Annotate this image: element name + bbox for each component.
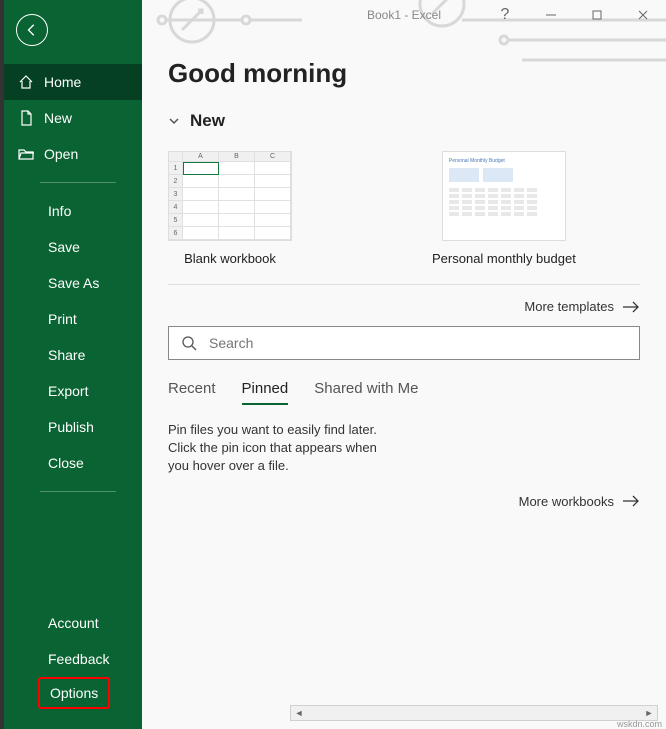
- nav-new-label: New: [44, 110, 72, 126]
- nav-open-label: Open: [44, 146, 78, 162]
- content-area: Good morning New ABC 1 2 3 4 5: [142, 30, 666, 729]
- blank-workbook-label: Blank workbook: [184, 251, 276, 266]
- more-workbooks-label: More workbooks: [519, 494, 614, 509]
- nav-options[interactable]: Options: [38, 677, 110, 709]
- sidebar-divider-2: [40, 491, 116, 492]
- template-divider: [168, 284, 640, 285]
- nav-open[interactable]: Open: [0, 136, 142, 172]
- tab-shared[interactable]: Shared with Me: [314, 380, 418, 405]
- maximize-button[interactable]: [574, 0, 620, 30]
- backstage-sidebar: Home New Open Info Save Save As Print Sh…: [0, 0, 142, 729]
- home-icon: [18, 74, 34, 90]
- nav-publish[interactable]: Publish: [0, 409, 142, 445]
- more-workbooks-link[interactable]: More workbooks: [168, 494, 640, 509]
- search-box[interactable]: [168, 326, 640, 360]
- folder-open-icon: [18, 146, 34, 162]
- template-blank-workbook[interactable]: ABC 1 2 3 4 5 6 Blank workbook: [168, 151, 292, 266]
- more-templates-link[interactable]: More templates: [168, 299, 640, 314]
- nav-print[interactable]: Print: [0, 301, 142, 337]
- back-button[interactable]: [16, 14, 48, 46]
- budget-label: Personal monthly budget: [432, 251, 576, 266]
- back-arrow-icon: [25, 23, 39, 37]
- budget-thumbnail: Personal Monthly Budget: [442, 151, 566, 241]
- template-gallery: ABC 1 2 3 4 5 6 Blank workbook Personal: [168, 151, 640, 266]
- titlebar: Book1 - Excel ?: [142, 0, 666, 30]
- nav-save[interactable]: Save: [0, 229, 142, 265]
- pinned-empty-hint: Pin files you want to easily find later.…: [168, 421, 398, 476]
- nav-share[interactable]: Share: [0, 337, 142, 373]
- greeting-heading: Good morning: [168, 58, 640, 89]
- left-edge-strip: [0, 0, 4, 729]
- document-icon: [18, 110, 34, 126]
- nav-export[interactable]: Export: [0, 373, 142, 409]
- help-button[interactable]: ?: [482, 0, 528, 30]
- arrow-right-icon: [622, 300, 640, 314]
- nav-close[interactable]: Close: [0, 445, 142, 481]
- search-icon: [181, 335, 197, 351]
- template-personal-budget[interactable]: Personal Monthly Budget Personal monthly…: [432, 151, 576, 266]
- new-section-header[interactable]: New: [168, 111, 640, 131]
- nav-new[interactable]: New: [0, 100, 142, 136]
- tab-recent[interactable]: Recent: [168, 380, 216, 405]
- more-templates-label: More templates: [524, 299, 614, 314]
- window-title: Book1 - Excel: [367, 8, 441, 22]
- nav-home[interactable]: Home: [0, 64, 142, 100]
- watermark: wskdn.com: [617, 719, 662, 729]
- window-controls: ?: [482, 0, 666, 30]
- blank-workbook-thumbnail: ABC 1 2 3 4 5 6: [168, 151, 292, 241]
- tab-pinned[interactable]: Pinned: [242, 380, 289, 405]
- nav-home-label: Home: [44, 74, 81, 90]
- sidebar-bottom: Account Feedback Options: [0, 605, 142, 729]
- sidebar-divider-1: [40, 182, 116, 183]
- nav-info[interactable]: Info: [0, 193, 142, 229]
- new-section-label: New: [190, 111, 225, 131]
- minimize-button[interactable]: [528, 0, 574, 30]
- nav-save-as[interactable]: Save As: [0, 265, 142, 301]
- nav-account[interactable]: Account: [0, 605, 142, 641]
- chevron-down-icon: [168, 115, 180, 127]
- nav-feedback[interactable]: Feedback: [0, 641, 142, 677]
- search-input[interactable]: [209, 335, 627, 351]
- main-panel: Book1 - Excel ? Good morning New ABC: [142, 0, 666, 729]
- arrow-right-icon: [622, 494, 640, 508]
- app-root: Home New Open Info Save Save As Print Sh…: [0, 0, 666, 729]
- file-tabs: Recent Pinned Shared with Me: [168, 380, 640, 405]
- close-window-button[interactable]: [620, 0, 666, 30]
